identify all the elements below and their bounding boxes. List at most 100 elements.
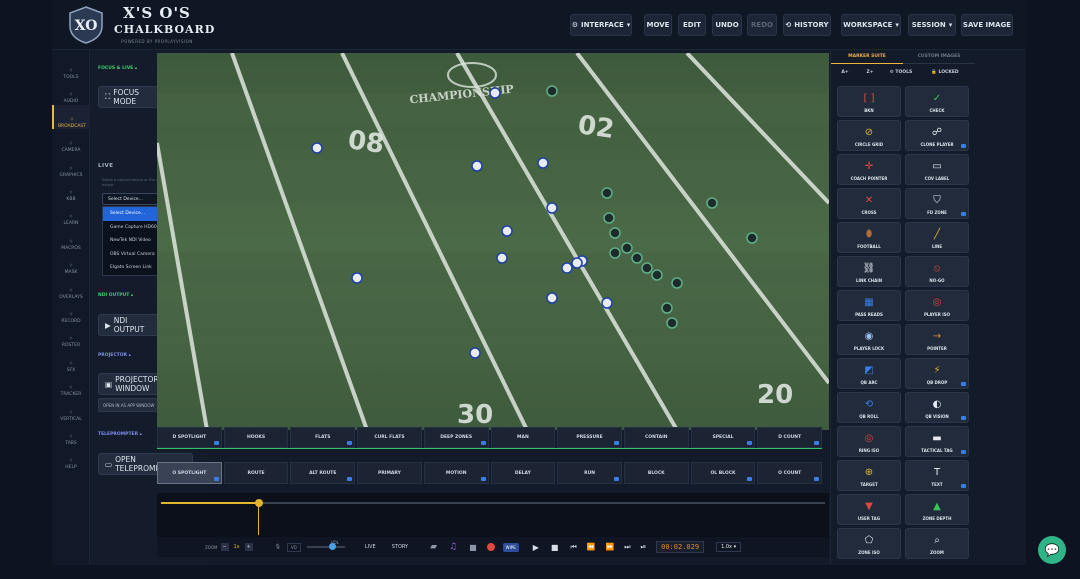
marker-tile-qb-roll[interactable]: ⟲ QB ROLL <box>837 392 901 423</box>
marker-tile-bkn[interactable]: [ ] BKN <box>837 86 901 117</box>
tools-button[interactable]: ⚙ TOOLS <box>881 66 921 78</box>
save-image-button[interactable]: SAVE IMAGE <box>961 14 1013 36</box>
rewind-icon[interactable]: ⏪ <box>587 543 596 551</box>
options-icon[interactable] <box>347 477 353 481</box>
live-tab[interactable]: LIVE <box>365 544 376 550</box>
rail-item-sfx[interactable]: ◦ SFX <box>52 349 90 373</box>
play-button[interactable]: ALT ROUTE <box>290 462 356 484</box>
play-button[interactable]: O SPOTLIGHT <box>157 462 222 484</box>
skip-start-icon[interactable]: ⏮ <box>570 543 576 552</box>
stop-icon[interactable]: ■ <box>551 543 559 552</box>
options-icon[interactable] <box>213 477 219 481</box>
play-button[interactable]: MOTION <box>423 462 489 484</box>
rail-item-kbb[interactable]: ◦ KBB <box>52 178 90 202</box>
ndi-section-header[interactable]: NDI OUTPUT ▴ <box>98 293 133 298</box>
play-button[interactable]: BLOCK <box>623 462 689 484</box>
marker-tile-clone-player[interactable]: ☍ CLONE PLAYER <box>905 120 969 151</box>
options-icon[interactable] <box>480 477 486 481</box>
options-icon[interactable] <box>961 212 966 216</box>
marker-tile-qb-arc[interactable]: ◩ QB ARC <box>837 358 901 389</box>
marker-tile-line[interactable]: ╱ LINE <box>905 222 969 253</box>
options-icon[interactable] <box>613 441 619 445</box>
play-button[interactable]: D SPOTLIGHT <box>157 427 222 448</box>
options-icon[interactable] <box>480 441 486 445</box>
rail-item-tracker[interactable]: ◦ TRACKER <box>52 373 90 397</box>
wipe-button[interactable]: WIPE <box>502 542 519 552</box>
play-button[interactable]: SPECIAL <box>690 427 756 448</box>
marker-tile-user-tag[interactable]: ▼ USER TAG <box>837 494 901 525</box>
move-button[interactable]: MOVE <box>644 14 672 36</box>
rail-item-vertical[interactable]: ◦ VERTICAL <box>52 398 90 422</box>
marker-tile-target[interactable]: ⊕ TARGET <box>837 460 901 491</box>
play-button[interactable]: PRESSURE <box>557 427 622 448</box>
stop-record-icon[interactable]: ■ <box>469 543 477 552</box>
marker-tile-qb-vision[interactable]: ◐ QB VISION <box>905 392 969 423</box>
folder-icon[interactable]: ▰ <box>430 542 437 552</box>
rail-item-roster[interactable]: ◦ ROSTER <box>52 324 90 348</box>
rail-item-macros[interactable]: ◦ MACROS <box>52 227 90 251</box>
options-icon[interactable] <box>213 441 219 445</box>
marker-tile-cov-label[interactable]: ▭ COV LABEL <box>905 154 969 185</box>
music-icon[interactable]: ♫ <box>449 542 457 552</box>
history-button[interactable]: ⟲ HISTORY <box>783 14 831 36</box>
marker-tile-circle-grid[interactable]: ⊘ CIRCLE GRID <box>837 120 901 151</box>
timeline[interactable] <box>157 493 829 537</box>
play-button[interactable]: MAN <box>490 427 556 448</box>
marker-tile-player-iso[interactable]: ◎ PLAYER ISO <box>905 290 969 321</box>
size-up-button[interactable]: A+ <box>831 66 859 78</box>
marker-tile-player-lock[interactable]: ◉ PLAYER LOCK <box>837 324 901 355</box>
marker-tile-pointer[interactable]: → POINTER <box>905 324 969 355</box>
play-button[interactable]: HOOKS <box>223 427 289 448</box>
rail-item-mask[interactable]: ◦ MASK <box>52 251 90 275</box>
rail-item-overlays[interactable]: ◦ OVERLAYS <box>52 276 90 300</box>
interface-button[interactable]: ⚙ INTERFACE ▾ <box>570 14 632 36</box>
session-button[interactable]: SESSION ▾ <box>908 14 956 36</box>
marker-tile-zoom[interactable]: ⌕ ZOOM <box>905 528 969 559</box>
story-tab[interactable]: STORY <box>392 544 408 550</box>
options-icon[interactable] <box>961 450 966 454</box>
rail-item-help[interactable]: ◦ HELP <box>52 446 90 470</box>
rail-item-learn[interactable]: ◦ LEARN <box>52 202 90 226</box>
video-canvas[interactable]: 08 02 30 20 CHAMPIONSHIP <box>157 53 829 430</box>
play-button[interactable]: RUN <box>557 462 622 484</box>
options-icon[interactable] <box>347 441 353 445</box>
redo-button[interactable]: REDO <box>747 14 777 36</box>
marker-tile-zone-iso[interactable]: ⬠ ZONE ISO <box>837 528 901 559</box>
options-icon[interactable] <box>961 144 966 148</box>
options-icon[interactable] <box>747 477 753 481</box>
timeline-scrubber[interactable] <box>255 499 263 507</box>
chat-button[interactable]: 💬 <box>1038 536 1066 564</box>
fast-forward-icon[interactable]: ⏩ <box>605 543 614 551</box>
play-button[interactable]: FLATS <box>290 427 356 448</box>
play-button[interactable]: O COUNT <box>757 462 823 484</box>
edit-button[interactable]: EDIT <box>678 14 706 36</box>
speed-select[interactable]: 1.0x ▾ <box>716 542 742 552</box>
rail-item-camera[interactable]: ◦ CAMERA <box>52 129 90 153</box>
frame-step-icon[interactable]: ⏯ <box>641 543 647 552</box>
options-icon[interactable] <box>814 477 820 481</box>
zoom-in-button[interactable]: + <box>244 543 253 551</box>
play-button[interactable]: DELAY <box>490 462 556 484</box>
options-icon[interactable] <box>961 382 966 386</box>
play-button[interactable]: OL BLOCK <box>690 462 756 484</box>
rail-item-record[interactable]: ◦ RECORD <box>52 300 90 324</box>
marker-tile-ring-iso[interactable]: ◎ RING ISO <box>837 426 901 457</box>
zoom-up-button[interactable]: Z+ <box>859 66 881 78</box>
rail-item-tabs[interactable]: ◦ TABS <box>52 422 90 446</box>
marker-tile-text[interactable]: T TEXT <box>905 460 969 491</box>
workspace-button[interactable]: WORKSPACE ▾ <box>841 14 901 36</box>
teleprompter-section-header[interactable]: TELEPROMPTER ▴ <box>98 432 142 437</box>
marker-tile-no-go[interactable]: ⦸ NO-GO <box>905 256 969 287</box>
play-button[interactable]: PRIMARY <box>357 462 422 484</box>
marker-tile-fd-zone[interactable]: ⛉ FD ZONE <box>905 188 969 219</box>
skip-end-icon[interactable]: ⏭ <box>624 543 630 552</box>
options-icon[interactable] <box>961 416 966 420</box>
record-icon[interactable] <box>486 543 495 551</box>
marker-tile-coach-pointer[interactable]: ✛ COACH POINTER <box>837 154 901 185</box>
volume-slider[interactable] <box>306 543 345 550</box>
play-button[interactable]: ROUTE <box>223 462 289 484</box>
focus-mode-button[interactable]: ⛶ FOCUS MODE <box>98 86 162 108</box>
marker-tile-qb-drop[interactable]: ⚡ QB DROP <box>905 358 969 389</box>
marker-tile-pass-reads[interactable]: ▦ PASS READS <box>837 290 901 321</box>
rail-item-graphics[interactable]: ◦ GRAPHICS <box>52 154 90 178</box>
